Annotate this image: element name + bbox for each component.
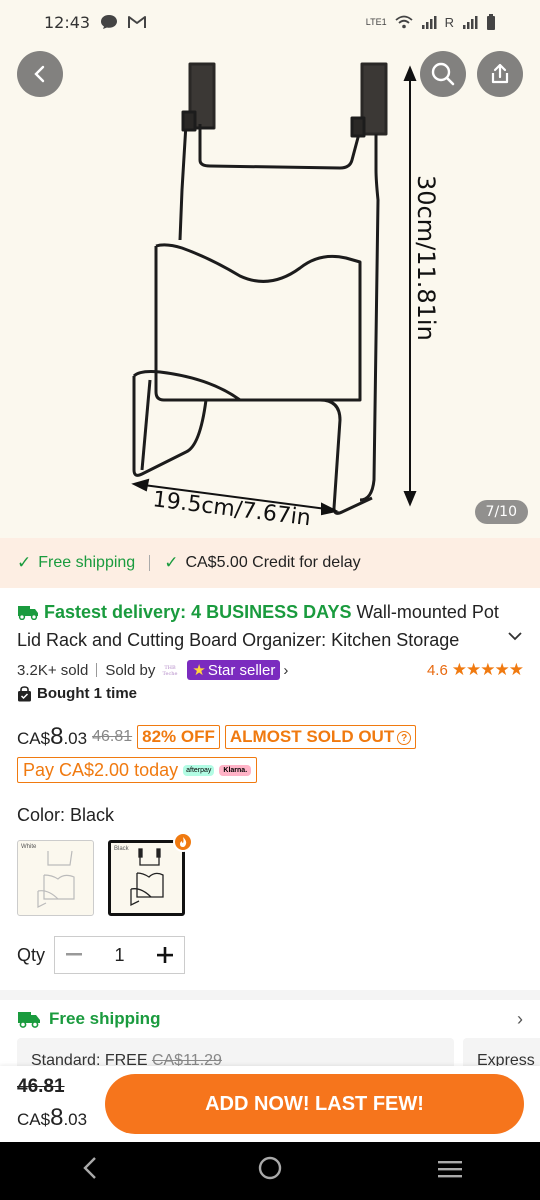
dimension-height-label: 30cm/11.81in xyxy=(412,175,440,341)
chevron-left-icon xyxy=(34,65,45,83)
credit-for-delay-label: CA$5.00 Credit for delay xyxy=(185,554,361,571)
promo-strip: ✓ Free shipping ✓ CA$5.00 Credit for del… xyxy=(0,538,540,588)
share-button[interactable] xyxy=(477,51,523,97)
bottom-action-bar: 46.81 CA$8.03 ADD NOW! LAST FEW! xyxy=(0,1066,540,1142)
star-seller-label: Star seller xyxy=(207,661,276,679)
quantity-stepper: 1 xyxy=(54,936,185,974)
white-rack-thumbnail xyxy=(37,850,75,908)
store-logo[interactable]: THB Teche xyxy=(159,663,181,677)
chat-bubble-icon xyxy=(101,15,118,29)
system-nav-bar xyxy=(0,1142,540,1200)
hot-flame-icon xyxy=(173,832,193,852)
free-shipping-label: Free shipping xyxy=(38,554,136,571)
nav-back-button[interactable] xyxy=(60,1156,120,1187)
black-rack-thumbnail xyxy=(130,848,164,907)
color-option-white[interactable]: White xyxy=(17,840,94,916)
decrease-quantity-button[interactable] xyxy=(55,937,93,973)
shopping-bag-icon xyxy=(18,685,31,701)
share-icon xyxy=(491,63,509,84)
bought-count: Bought 1 time xyxy=(37,685,137,702)
quantity-input[interactable]: 1 xyxy=(93,945,146,966)
star-seller-badge[interactable]: ★ Star seller xyxy=(187,660,281,680)
wifi-icon xyxy=(395,15,413,29)
plus-icon xyxy=(157,947,173,963)
bought-row: Bought 1 time xyxy=(17,685,137,702)
back-button[interactable] xyxy=(17,51,63,97)
color-label: Color: Black xyxy=(17,805,115,825)
help-icon: ? xyxy=(397,730,412,745)
bottom-current-price: CA$8.03 xyxy=(17,1104,88,1131)
status-time: 12:43 xyxy=(44,12,91,32)
price-row: CA$8.03 46.81 82% OFF ALMOST SOLD OUT? xyxy=(17,722,417,752)
nav-back-icon xyxy=(83,1156,96,1179)
svg-text:Teche: Teche xyxy=(163,671,178,677)
current-price: CA$8.03 xyxy=(17,723,88,750)
qty-label: Qty xyxy=(17,945,46,965)
meta-separator xyxy=(96,663,98,677)
delivery-truck-icon xyxy=(18,1012,40,1028)
fastest-delivery-label: Fastest delivery: 4 BUSINESS DAYS xyxy=(44,602,352,622)
color-option-label: Black xyxy=(114,846,129,852)
delivery-truck-icon xyxy=(18,606,38,621)
dimension-width-label: 19.5cm/7.67in xyxy=(151,487,312,531)
increase-quantity-button[interactable] xyxy=(146,937,184,973)
chevron-right-icon[interactable]: › xyxy=(283,662,288,679)
signal-icon xyxy=(421,16,437,29)
rating[interactable]: 4.6 ★★★★★ xyxy=(426,660,524,680)
shipping-row[interactable]: Free shipping › xyxy=(17,1006,523,1032)
search-button[interactable] xyxy=(420,51,466,97)
almost-sold-out-badge[interactable]: ALMOST SOLD OUT? xyxy=(224,725,417,749)
image-counter: 7/10 xyxy=(474,500,528,524)
section-divider xyxy=(0,990,540,1000)
status-bar: 12:43 LTE1 R xyxy=(0,0,540,44)
rating-stars-icon: ★★★★★ xyxy=(451,660,524,679)
pay-today-label: Pay CA$2.00 today xyxy=(23,759,179,780)
volte-label: LTE1 xyxy=(365,17,387,27)
pay-later-row[interactable]: Pay CA$2.00 today afterpay Klarna. xyxy=(17,757,258,783)
battery-icon xyxy=(487,14,495,30)
check-icon: ✓ xyxy=(164,553,179,572)
chevron-right-icon: › xyxy=(517,1008,523,1029)
afterpay-logo: afterpay xyxy=(183,764,215,776)
discount-badge: 82% OFF xyxy=(137,725,220,749)
add-to-cart-button[interactable]: ADD NOW! LAST FEW! xyxy=(105,1074,524,1134)
search-icon xyxy=(431,62,455,86)
nav-recents-button[interactable] xyxy=(420,1156,480,1187)
promo-separator xyxy=(149,555,151,571)
color-option-label: White xyxy=(21,844,37,850)
nav-recents-icon xyxy=(438,1160,462,1177)
bottom-original-price: 46.81 xyxy=(17,1076,65,1097)
roaming-label: R xyxy=(444,14,454,30)
product-image-gallery[interactable]: 30cm/11.81in 19.5cm/7.67in 7/10 xyxy=(0,0,540,538)
rating-value: 4.6 xyxy=(426,661,448,679)
sold-count: 3.2K+ sold xyxy=(17,661,89,679)
check-icon: ✓ xyxy=(17,553,32,572)
sold-by-label: Sold by xyxy=(105,661,156,679)
star-icon: ★ xyxy=(192,662,206,679)
color-option-black[interactable]: Black xyxy=(108,840,185,916)
klarna-logo: Klarna. xyxy=(219,764,252,776)
gmail-icon xyxy=(128,16,147,28)
original-price: 46.81 xyxy=(92,728,133,745)
product-title[interactable]: Fastest delivery: 4 BUSINESS DAYS Wall-m… xyxy=(17,598,507,654)
shipping-title: Free shipping xyxy=(49,1009,161,1028)
chevron-down-icon[interactable] xyxy=(508,628,522,646)
nav-home-icon xyxy=(258,1156,282,1179)
minus-icon xyxy=(66,953,82,956)
nav-home-button[interactable] xyxy=(240,1155,300,1188)
product-meta-row: 3.2K+ sold Sold by THB Teche ★ Star selle… xyxy=(17,658,524,682)
signal-icon-2 xyxy=(463,16,478,29)
store-logo-image: THBTeche xyxy=(163,665,178,677)
